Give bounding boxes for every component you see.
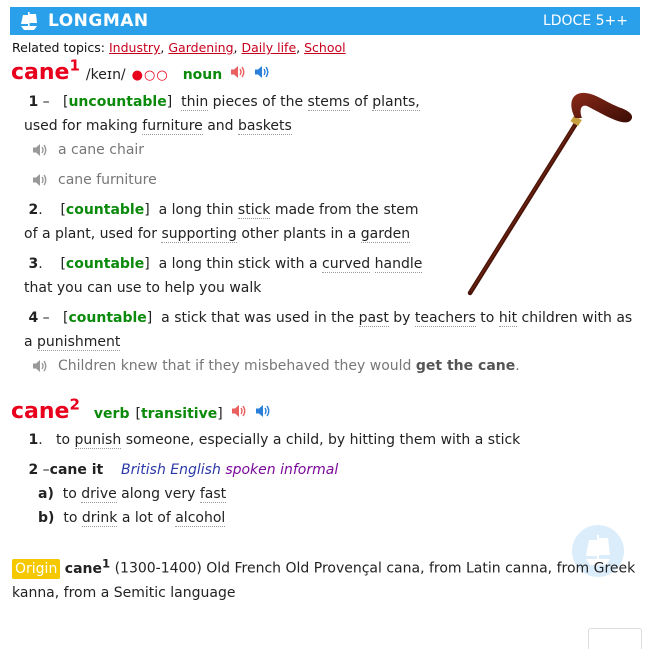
example-speaker-icon[interactable] [32, 359, 48, 373]
example-sentence: cane furniture [32, 172, 157, 188]
frequency-dots: ●○○ [131, 68, 169, 83]
sense-1: 1 – [uncountable] thin pieces of the ste… [24, 94, 420, 135]
sense-2: 2. [countable] a long thin stick made fr… [24, 202, 419, 243]
speaker-american-icon[interactable] [254, 65, 270, 79]
topics-label: Related topics: [12, 40, 105, 55]
topic-link-school[interactable]: School [304, 40, 346, 55]
homograph-number: 2 [69, 395, 80, 414]
etymology: Origin cane1 (1300-1400) Old French Old … [12, 551, 640, 605]
grammar-code: countable [65, 202, 145, 218]
example-speaker-icon[interactable] [32, 173, 48, 187]
verb-subsense-a: a) to drive along very fast [38, 486, 227, 503]
example-sentence: a cane chair [32, 142, 144, 158]
brand: LONGMAN [18, 11, 149, 31]
speaker-british-icon[interactable] [230, 65, 246, 79]
verb-subsense-b: b) to drink a lot of alcohol [38, 510, 226, 527]
topic-link-daily-life[interactable]: Daily life [242, 40, 297, 55]
sense-4: 4 – [countable] a stick that was used in… [24, 310, 633, 351]
speaker-british-icon[interactable] [231, 404, 247, 418]
grammar-code: uncountable [68, 94, 167, 110]
collocation: get the cane [415, 358, 516, 374]
part-of-speech: verb [93, 406, 130, 422]
origin-word: cane1 [64, 556, 111, 577]
topic-link-gardening[interactable]: Gardening [168, 40, 233, 55]
pronunciation: /keɪn/ [85, 67, 126, 83]
topic-link-industry[interactable]: Industry [109, 40, 160, 55]
register-label: British English spoken informal [121, 462, 339, 478]
example-speaker-icon[interactable] [32, 143, 48, 157]
speaker-american-icon[interactable] [255, 404, 271, 418]
app-header: LONGMAN LDOCE 5++ [10, 7, 640, 35]
part-of-speech: noun [182, 67, 223, 83]
ship-logo-icon [18, 11, 40, 31]
entry2-headword-row: cane2 verb [transitive] [11, 395, 271, 424]
brand-name: LONGMAN [48, 11, 149, 31]
scroll-to-top-button[interactable] [588, 628, 642, 649]
grammar-code: [transitive] [135, 406, 223, 422]
example-sentence: Children knew that if they misbehaved th… [32, 358, 520, 374]
origin-badge: Origin [12, 558, 61, 579]
walking-cane-picture [455, 88, 638, 298]
verb-sense-1: 1. to punish someone, especially a child… [28, 432, 521, 449]
homograph-number: 1 [69, 56, 80, 75]
edition-label: LDOCE 5++ [542, 13, 628, 29]
sense-3: 3. [countable] a long thin stick with a … [24, 256, 423, 296]
entry1-headword-row: cane1 /keɪn/ ●○○ noun [11, 56, 270, 85]
phrasal-form: cane it [49, 462, 104, 478]
related-topics: Related topics: Industry, Gardening, Dai… [12, 40, 346, 55]
headword: cane2 [11, 395, 80, 424]
headword: cane1 [11, 56, 80, 85]
grammar-code: countable [68, 310, 147, 326]
grammar-code: countable [65, 256, 145, 272]
verb-sense-2: 2 –cane it British English spoken inform… [28, 462, 339, 478]
